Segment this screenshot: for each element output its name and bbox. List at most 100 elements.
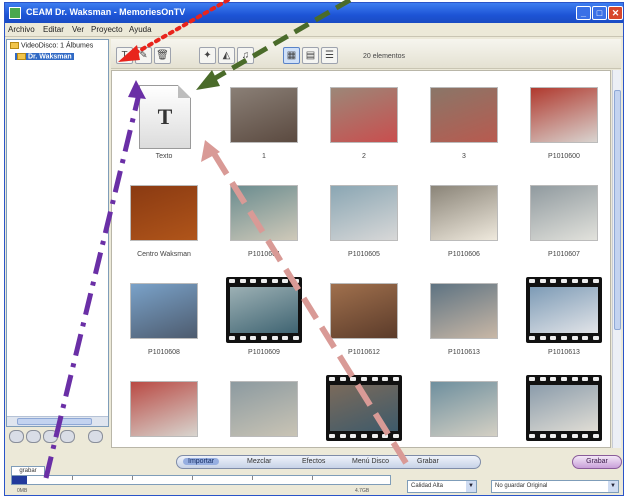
scroll-thumb[interactable] bbox=[17, 418, 92, 425]
original-select[interactable]: No guardar Original ▼ bbox=[491, 480, 619, 493]
gallery-item[interactable] bbox=[514, 367, 610, 447]
thumbnail-caption: P1010613 bbox=[548, 349, 580, 356]
photo-thumbnail bbox=[330, 87, 398, 143]
gallery-item[interactable] bbox=[314, 367, 414, 447]
thumbnail-caption: 3 bbox=[462, 153, 466, 160]
tab-importar[interactable]: Importar bbox=[183, 458, 220, 465]
photo-thumbnail bbox=[330, 185, 398, 241]
tick bbox=[72, 476, 73, 480]
menu-ayuda[interactable]: Ayuda bbox=[129, 25, 152, 34]
video-thumbnail bbox=[526, 277, 602, 343]
tree-horizontal-scrollbar[interactable] bbox=[7, 416, 108, 426]
view-large-icon: ▦ bbox=[286, 50, 297, 61]
thumbnail-caption: 2 bbox=[362, 153, 366, 160]
close-button[interactable]: ✕ bbox=[608, 6, 623, 20]
view-medium-button[interactable]: ▤ bbox=[302, 47, 319, 64]
gallery-item[interactable]: P1010608 bbox=[114, 269, 214, 367]
tool-button-5[interactable] bbox=[88, 430, 103, 443]
thumbnail-caption: P1010605 bbox=[348, 251, 380, 258]
thumbnail-caption: P1010612 bbox=[348, 349, 380, 356]
photo-thumbnail bbox=[430, 87, 498, 143]
photo-thumbnail bbox=[130, 283, 198, 339]
thumbnail-caption: Texto bbox=[155, 153, 173, 160]
gallery-item[interactable]: P1010609 bbox=[214, 269, 314, 367]
effects-icon: ✦ bbox=[203, 50, 212, 61]
gallery-item[interactable]: P1010604 bbox=[214, 171, 314, 269]
video-thumbnail bbox=[326, 375, 402, 441]
tree-root-label: VideoDisco: 1 Álbumes bbox=[21, 42, 94, 50]
video-thumbnail bbox=[526, 375, 602, 441]
gallery-item[interactable]: P1010613 bbox=[514, 269, 610, 367]
menu-proyecto[interactable]: Proyecto bbox=[91, 25, 123, 34]
workflow-tabs: Importar Mezclar Efectos Menú Disco Grab… bbox=[176, 455, 481, 469]
menu-ver[interactable]: Ver bbox=[72, 25, 84, 34]
new-item-button[interactable]: ✎ bbox=[135, 47, 152, 64]
tool-button-1[interactable] bbox=[9, 430, 24, 443]
disc-usage-bar bbox=[11, 475, 391, 485]
gallery-item[interactable]: P1010607 bbox=[514, 171, 610, 269]
music-button[interactable]: ♫ bbox=[237, 47, 254, 64]
gallery-item[interactable]: 3 bbox=[414, 73, 514, 171]
video-thumbnail bbox=[226, 277, 302, 343]
photo-thumbnail bbox=[530, 87, 598, 143]
gallery-item[interactable]: P1010606 bbox=[414, 171, 514, 269]
gallery-item[interactable] bbox=[414, 367, 514, 447]
menu-archivo[interactable]: Archivo bbox=[8, 25, 35, 34]
tool-button-2[interactable] bbox=[26, 430, 41, 443]
thumbnail-caption: P1010609 bbox=[248, 349, 280, 356]
disc-quality-value: Calidad Alta bbox=[411, 483, 444, 489]
thumbnail-caption: Centro Waksman bbox=[137, 251, 191, 258]
view-list-icon: ☰ bbox=[325, 50, 334, 61]
gallery-item[interactable]: T Texto bbox=[114, 73, 214, 171]
minimize-button[interactable]: _ bbox=[576, 6, 591, 20]
gallery-vertical-scrollbar[interactable] bbox=[612, 70, 621, 448]
tree-item-album[interactable]: Dr. Waksman bbox=[15, 53, 74, 61]
effects2-icon: ◭ bbox=[222, 50, 231, 61]
scroll-thumb[interactable] bbox=[614, 90, 621, 330]
tree-album-label: Dr. Waksman bbox=[28, 53, 72, 61]
original-value: No guardar Original bbox=[495, 483, 548, 489]
gallery-item[interactable] bbox=[214, 367, 314, 447]
menu-editar[interactable]: Editar bbox=[43, 25, 64, 34]
add-text-button[interactable]: T bbox=[116, 47, 133, 64]
tab-mezclar[interactable]: Mezclar bbox=[247, 458, 272, 465]
maximize-button[interactable]: □ bbox=[592, 6, 607, 20]
item-count: 20 elementos bbox=[363, 53, 406, 60]
photo-thumbnail bbox=[230, 87, 298, 143]
tick bbox=[312, 476, 313, 480]
tool-button-3[interactable] bbox=[43, 430, 58, 443]
view-large-button[interactable]: ▦ bbox=[283, 47, 300, 64]
tab-grabar[interactable]: Grabar bbox=[417, 458, 439, 465]
gallery-item[interactable]: Centro Waksman bbox=[114, 171, 214, 269]
tool-button-4[interactable] bbox=[60, 430, 75, 443]
photo-thumbnail bbox=[230, 185, 298, 241]
tick bbox=[132, 476, 133, 480]
gallery-item[interactable]: P1010613 bbox=[414, 269, 514, 367]
thumbnail-caption: P1010606 bbox=[448, 251, 480, 258]
view-list-button[interactable]: ☰ bbox=[321, 47, 338, 64]
tree-tools bbox=[9, 430, 109, 444]
gallery-item[interactable]: 1 bbox=[214, 73, 314, 171]
thumbnail-gallery[interactable]: T Texto 1 2 3 P1010600 Centro Waksman P1010604 P… bbox=[111, 70, 611, 448]
tree-root[interactable]: VideoDisco: 1 Álbumes bbox=[10, 42, 93, 49]
thumbnail-caption: 1 bbox=[262, 153, 266, 160]
tab-efectos[interactable]: Efectos bbox=[302, 458, 325, 465]
grabar-button[interactable]: Grabar bbox=[572, 455, 622, 469]
gallery-item[interactable] bbox=[114, 367, 214, 447]
photo-thumbnail bbox=[130, 381, 198, 437]
view-medium-icon: ▤ bbox=[305, 50, 316, 61]
effects2-button[interactable]: ◭ bbox=[218, 47, 235, 64]
gallery-item[interactable]: 2 bbox=[314, 73, 414, 171]
gallery-item[interactable]: P1010600 bbox=[514, 73, 610, 171]
album-tree[interactable]: VideoDisco: 1 Álbumes Dr. Waksman bbox=[6, 39, 109, 427]
gallery-item[interactable]: P1010605 bbox=[314, 171, 414, 269]
tab-menu-disco[interactable]: Menú Disco bbox=[352, 458, 389, 465]
usage-max-label: 4.7GB bbox=[355, 488, 370, 494]
app-window: CEAM Dr. Waksman - MemoriesOnTV _ □ ✕ Ar… bbox=[4, 2, 624, 496]
tick bbox=[192, 476, 193, 480]
delete-button[interactable]: 🗑 bbox=[154, 47, 171, 64]
effects-button[interactable]: ✦ bbox=[199, 47, 216, 64]
gallery-item[interactable]: P1010612 bbox=[314, 269, 414, 367]
disc-quality-select[interactable]: Calidad Alta ▼ bbox=[407, 480, 477, 493]
chevron-down-icon: ▼ bbox=[466, 481, 476, 492]
